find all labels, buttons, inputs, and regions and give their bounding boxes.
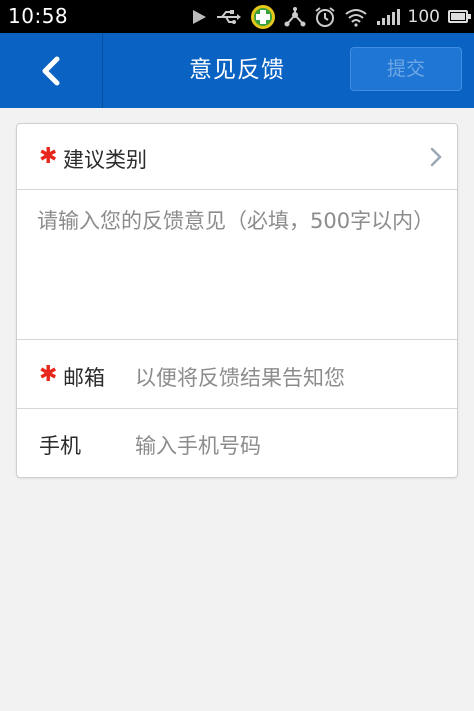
- email-field[interactable]: ✱ 邮箱 以便将反馈结果告知您: [17, 340, 457, 409]
- chevron-right-icon: [429, 146, 443, 172]
- email-placeholder: 以便将反馈结果告知您: [135, 366, 345, 390]
- status-icons: 100: [190, 0, 471, 33]
- status-time: 10:58: [8, 4, 69, 28]
- nav-bar: 意见反馈 提交: [0, 33, 474, 108]
- back-button[interactable]: [0, 33, 103, 108]
- phone-label: 手机: [39, 434, 81, 458]
- share-network-icon: [284, 6, 306, 27]
- category-label: 建议类别: [63, 148, 147, 172]
- battery-percent: 100: [407, 6, 440, 27]
- battery-icon: [448, 10, 471, 23]
- feedback-textarea[interactable]: 请输入您的反馈意见（必填，500字以内）: [17, 190, 457, 340]
- required-mark: ✱: [39, 144, 58, 169]
- phone-field[interactable]: 手机 输入手机号码: [17, 409, 457, 477]
- usb-icon: [216, 9, 242, 25]
- feedback-placeholder: 请输入您的反馈意见（必填，500字以内）: [37, 209, 435, 233]
- battery-level: [451, 13, 465, 20]
- wifi-icon: [344, 7, 368, 27]
- alarm-icon: [314, 6, 336, 28]
- submit-button[interactable]: 提交: [350, 47, 462, 91]
- play-icon: [190, 8, 208, 26]
- category-selector[interactable]: ✱ 建议类别: [17, 124, 457, 190]
- chevron-left-icon: [42, 56, 60, 85]
- required-mark: ✱: [39, 362, 58, 387]
- feedback-form: ✱ 建议类别 请输入您的反馈意见（必填，500字以内） ✱ 邮箱 以便将反馈结果…: [16, 123, 458, 478]
- signal-icon: [376, 8, 400, 26]
- phone-placeholder: 输入手机号码: [135, 434, 261, 458]
- app-360-icon: [250, 4, 276, 30]
- status-bar: 10:58 100: [0, 0, 474, 33]
- email-label: 邮箱: [63, 366, 105, 390]
